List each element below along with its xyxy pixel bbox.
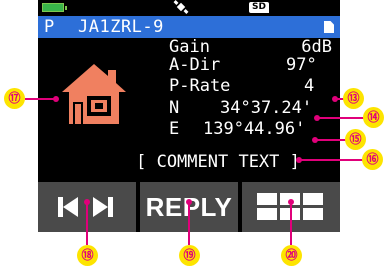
callout-20: ⑳ (281, 245, 302, 266)
callout-19: ⑲ (179, 245, 200, 266)
longitude-prefix: E (169, 119, 180, 139)
power-rate-value: 4 (304, 76, 315, 96)
document-icon (324, 21, 334, 33)
callsign: JA1ZRL-9 (78, 17, 164, 37)
callout-13: ⑬ (343, 88, 364, 109)
antenna-direction-value: 97° (286, 55, 317, 75)
satellite-icon (173, 0, 189, 17)
callout-16-line (300, 159, 364, 161)
callout-17-line (25, 98, 55, 100)
callout-18: ⑱ (77, 245, 98, 266)
callout-17: ⑰ (4, 88, 25, 109)
callout-14-line (318, 117, 366, 119)
callout-15: ⑮ (345, 129, 366, 150)
longitude-value: 139°44.96' (203, 119, 306, 139)
station-mode: P (44, 17, 55, 37)
callout-15-line (316, 139, 346, 141)
callout-14: ⑭ (363, 107, 384, 128)
latitude-prefix: N (169, 98, 180, 118)
antenna-direction-label: A-Dir (169, 55, 221, 75)
callout-20-line (290, 203, 292, 245)
house-icon (60, 62, 128, 126)
sd-card-icon: SD (249, 2, 269, 13)
power-rate-label: P-Rate (169, 76, 231, 96)
callout-17-dot (53, 96, 59, 102)
status-bar: SD (38, 0, 340, 14)
callout-19-line (188, 203, 190, 245)
latitude-value: 34°37.24' (220, 98, 313, 118)
display-screen: SD P JA1ZRL-9 Gain 6dB A-Dir 97° P-Rate … (38, 0, 340, 232)
gain-label: Gain (169, 37, 210, 57)
title-bar: P JA1ZRL-9 (38, 16, 340, 38)
callout-16: ⑯ (362, 149, 383, 170)
battery-full-icon (42, 3, 67, 12)
callout-18-line (86, 203, 88, 245)
gain-value: 6dB (301, 37, 332, 57)
